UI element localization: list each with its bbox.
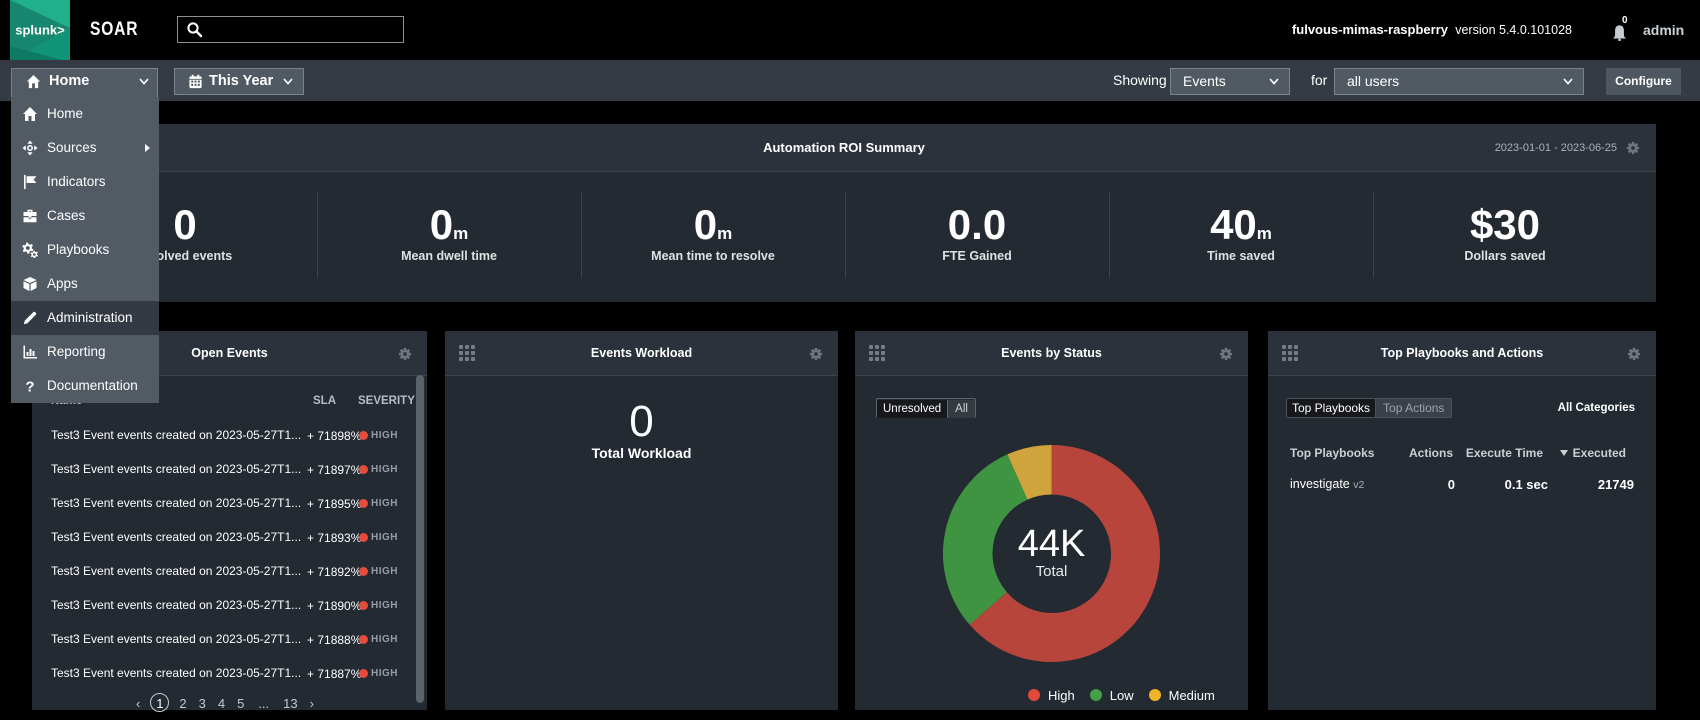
svg-text:splunk>: splunk> — [15, 23, 65, 38]
svg-text:?: ? — [25, 379, 34, 395]
